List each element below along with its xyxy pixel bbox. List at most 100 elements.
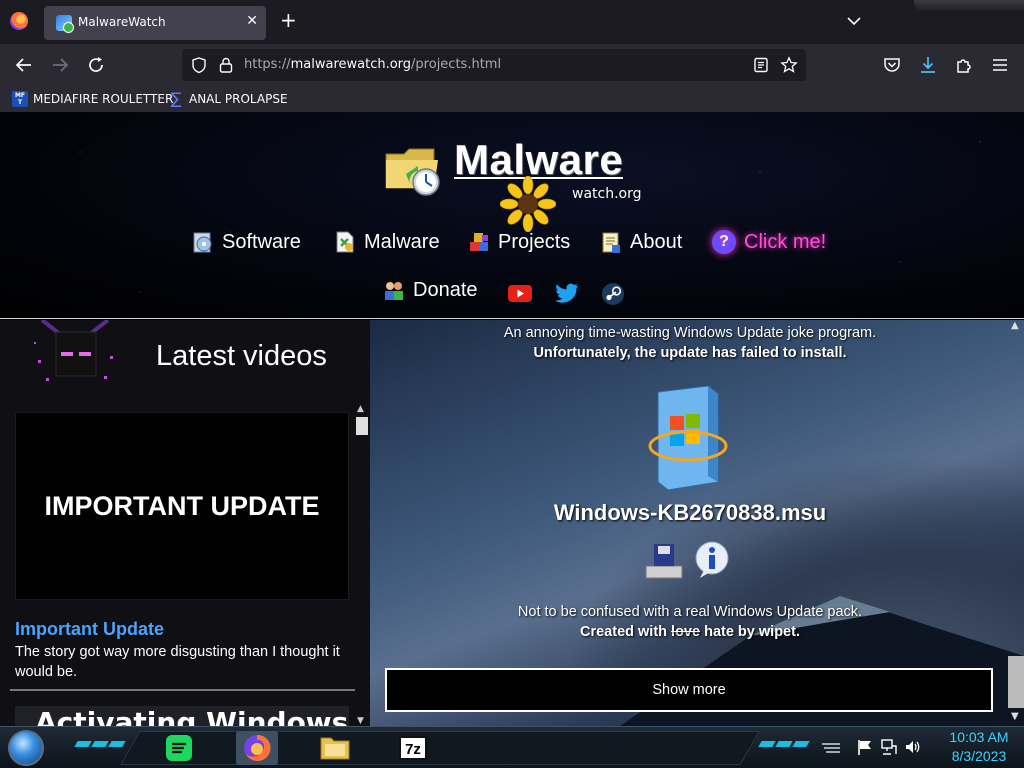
taskbar-file-explorer[interactable] xyxy=(314,731,356,765)
window-frame-edge xyxy=(914,0,1024,10)
action-center-flag-icon[interactable] xyxy=(856,738,874,756)
latest-videos-sidebar: Latest videos IMPORTANT UPDATE Important… xyxy=(0,320,370,726)
next-video-thumbnail[interactable]: Activating Windows 11 xyxy=(15,706,349,726)
nav-malware[interactable]: Malware xyxy=(334,230,440,254)
scroll-up-arrow-icon[interactable]: ▲ xyxy=(1011,320,1019,331)
donate-people-icon xyxy=(385,282,403,300)
taskbar-spotify[interactable] xyxy=(158,731,200,765)
new-tab-button[interactable]: + xyxy=(280,10,297,30)
projects-blocks-icon xyxy=(470,233,488,251)
nav-malware-label: Malware xyxy=(364,230,440,253)
thumbnail-text: IMPORTANT UPDATE xyxy=(44,491,320,521)
project-filename: Windows-KB2670838.msu xyxy=(553,500,827,525)
bookmark-star-icon[interactable] xyxy=(780,56,798,74)
nav-about-label: About xyxy=(630,230,683,253)
menu-hamburger-icon[interactable] xyxy=(989,54,1011,76)
video-description: The story got way more disgusting than I… xyxy=(15,644,340,680)
video-divider xyxy=(10,689,355,691)
scroll-up-arrow-icon[interactable]: ▲ xyxy=(357,404,364,414)
start-button[interactable] xyxy=(8,730,44,766)
latest-videos-heading: Latest videos xyxy=(156,340,327,372)
youtube-icon[interactable] xyxy=(508,285,532,302)
url-bar[interactable]: https://malwarewatch.org/projects.html xyxy=(182,49,806,81)
tab-strip: MalwareWatch ✕ + xyxy=(0,0,1024,44)
tab-title: MalwareWatch xyxy=(78,15,166,29)
lock-icon[interactable] xyxy=(218,56,234,74)
mediafire-icon: MF T xyxy=(12,91,28,107)
question-help-icon: ? xyxy=(712,230,736,254)
clock-date: 8/3/2023 xyxy=(951,748,1007,764)
spotify-icon xyxy=(166,735,192,761)
sigma-icon: ∑ xyxy=(170,89,182,108)
scrollbar-thumb[interactable] xyxy=(356,417,368,435)
forward-arrow-icon[interactable] xyxy=(49,54,71,76)
taskbar-7zip[interactable]: 7z xyxy=(392,731,434,765)
project-disclaimer: Not to be confused with a real Windows U… xyxy=(517,604,863,620)
clock-time: 10:03 AM xyxy=(949,729,1009,745)
scroll-down-arrow-icon[interactable]: ▼ xyxy=(1011,711,1019,722)
download-icons xyxy=(642,538,742,586)
nav-projects-label: Projects xyxy=(498,230,571,253)
nav-click-me[interactable]: ? Click me! xyxy=(712,230,826,254)
tracking-shield-icon[interactable] xyxy=(190,56,208,74)
site-favicon-icon xyxy=(56,15,74,33)
nav-software[interactable]: Software xyxy=(192,230,301,254)
project-tagline: Unfortunately, the update has failed to … xyxy=(533,345,847,361)
taskbar-decoration xyxy=(758,741,810,747)
firefox-view-icon[interactable] xyxy=(10,12,28,30)
steam-icon[interactable] xyxy=(601,282,625,306)
url-text[interactable]: https://malwarewatch.org/projects.html xyxy=(244,57,501,72)
bookmark-label: MEDIAFIRE ROULETTER xyxy=(33,92,174,106)
video-list: IMPORTANT UPDATE Important Update The st… xyxy=(0,404,356,726)
extensions-puzzle-icon[interactable] xyxy=(953,54,975,76)
page-scrollbar[interactable]: ▲ ▼ xyxy=(1008,320,1024,726)
video-list-scrollbar[interactable]: ▲ ▼ xyxy=(356,404,368,726)
nav-click-me-label: Click me! xyxy=(744,230,827,253)
taskbar-panel xyxy=(120,731,760,765)
secondary-navigation: Donate xyxy=(0,274,1024,310)
floppy-download-icon[interactable] xyxy=(642,542,686,582)
close-tab-icon[interactable]: ✕ xyxy=(246,13,258,29)
scroll-down-arrow-icon[interactable]: ▼ xyxy=(357,716,364,726)
project-content: An annoying time-wasting Windows Update … xyxy=(370,320,1024,726)
video-title-link[interactable]: Important Update xyxy=(15,619,164,640)
site-header: Malware watch.org Software Malware Proje… xyxy=(0,112,1024,319)
web-page: Malware watch.org Software Malware Proje… xyxy=(0,112,1024,726)
show-more-button[interactable]: Show more xyxy=(385,668,993,712)
nav-projects[interactable]: Projects xyxy=(468,230,570,254)
info-icon[interactable] xyxy=(692,540,732,580)
system-clock[interactable]: 10:03 AM 8/3/2023 xyxy=(936,728,1022,766)
page-scrollbar-thumb[interactable] xyxy=(1008,656,1024,708)
video-thumbnail[interactable]: IMPORTANT UPDATE xyxy=(15,412,349,600)
taskbar-decoration xyxy=(74,741,126,747)
reader-view-icon[interactable] xyxy=(752,56,770,74)
bookmark-prolapse[interactable]: ∑ ANAL PROLAPSE xyxy=(168,90,288,108)
volume-icon[interactable] xyxy=(904,738,922,756)
nav-donate-label: Donate xyxy=(413,278,478,301)
bookmarks-toolbar: MF T MEDIAFIRE ROULETTER ∑ ANAL PROLAPSE xyxy=(0,86,1024,112)
taskbar-firefox[interactable] xyxy=(236,731,278,765)
nav-donate[interactable]: Donate xyxy=(383,278,478,302)
project-description: An annoying time-wasting Windows Update … xyxy=(503,325,877,341)
taskbar: 7z 10:03 AM 8/3/2023 xyxy=(0,726,1024,768)
folder-icon xyxy=(320,737,350,760)
downloads-icon[interactable] xyxy=(917,54,939,76)
main-navigation: Software Malware Projects About ? Click … xyxy=(0,226,1024,266)
7zip-icon: 7z xyxy=(399,736,427,760)
nav-software-label: Software xyxy=(222,230,301,253)
sunflower-icon xyxy=(500,176,556,232)
windows-update-box-icon xyxy=(648,386,728,490)
tab-malwarewatch[interactable]: MalwareWatch ✕ xyxy=(44,6,266,40)
network-icon[interactable] xyxy=(880,738,898,756)
site-logo[interactable]: Malware watch.org xyxy=(384,134,654,232)
back-arrow-icon[interactable] xyxy=(13,54,35,76)
show-desktop-lines-icon[interactable] xyxy=(820,739,842,755)
twitter-icon[interactable] xyxy=(555,283,579,304)
list-all-tabs-icon[interactable] xyxy=(845,12,863,30)
reload-icon[interactable] xyxy=(85,54,107,76)
nav-about[interactable]: About xyxy=(600,230,682,254)
bookmark-mediafire[interactable]: MF T MEDIAFIRE ROULETTER xyxy=(12,90,173,108)
logo-subtitle: watch.org xyxy=(572,186,642,202)
firefox-icon xyxy=(244,734,271,761)
pocket-icon[interactable] xyxy=(881,54,903,76)
